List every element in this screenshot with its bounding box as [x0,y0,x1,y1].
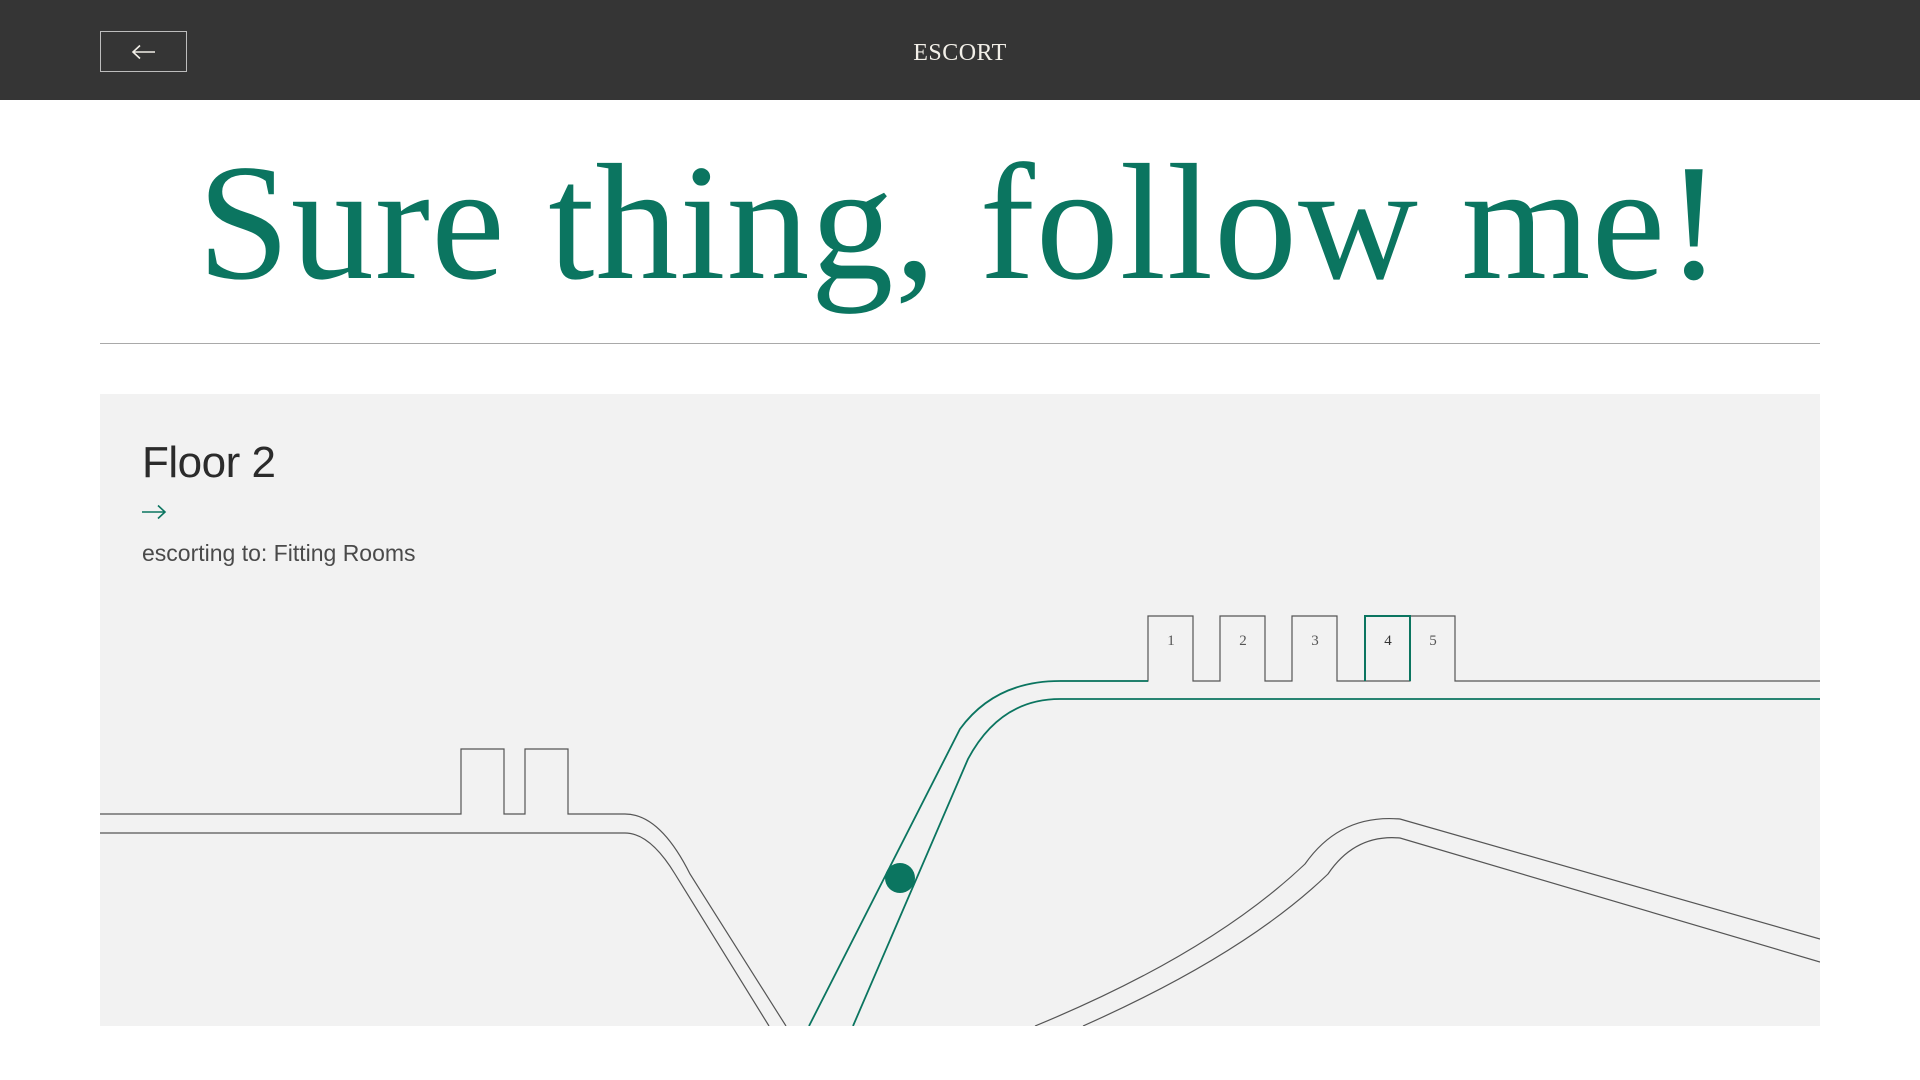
floor-map-panel: Floor 2 escorting to: Fitting Rooms 1 2 … [100,394,1820,1026]
room-label-4: 4 [1384,633,1392,649]
top-bar: ESCORT [0,0,1920,100]
room-label-2: 2 [1239,633,1247,649]
room-label-3: 3 [1311,633,1319,649]
corridor-left-lower-wall [100,832,770,1026]
corridor-right-upper-wall [1034,817,1820,1026]
back-button[interactable] [100,31,187,72]
route-path-outer [808,680,1148,1026]
arrow-left-icon [131,44,155,59]
corridor-right-lower-wall [1082,837,1820,1026]
room-label-5: 5 [1429,633,1437,649]
page-title: ESCORT [913,40,1007,66]
floor-map: 1 2 3 4 5 [100,615,1820,1026]
divider [100,343,1820,344]
current-location-marker [885,863,915,893]
room-label-1: 1 [1167,633,1175,649]
headline: Sure thing, follow me! [197,130,1723,314]
